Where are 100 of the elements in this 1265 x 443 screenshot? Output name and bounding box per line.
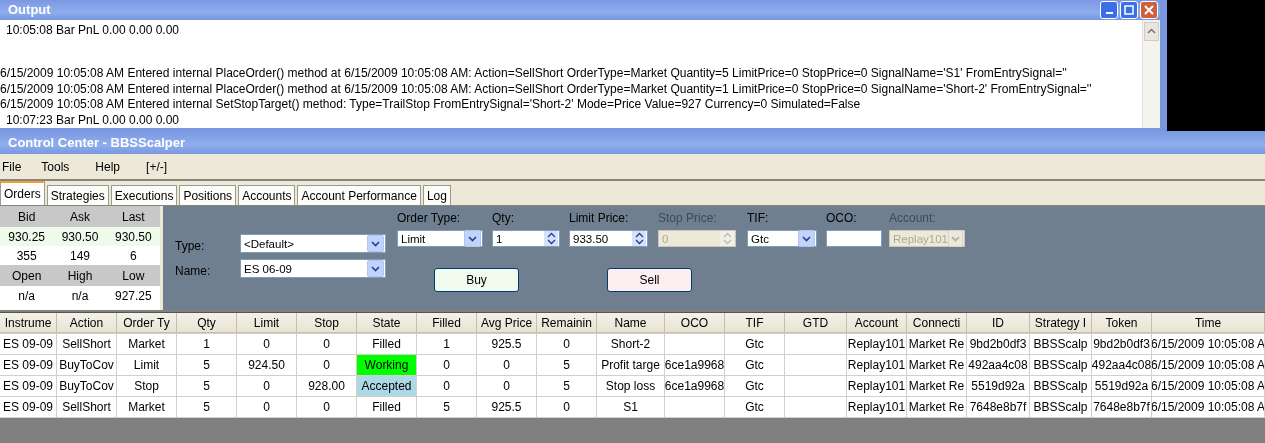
field-label: Account:: [889, 211, 937, 226]
tab[interactable]: Accounts: [238, 185, 296, 205]
table-cell: 0: [477, 355, 537, 375]
table-cell: 6ce1a9968: [665, 355, 725, 375]
table-cell: Stop: [117, 376, 177, 396]
tab[interactable]: Strategies: [46, 185, 109, 205]
column-header[interactable]: Limit: [237, 313, 297, 333]
chevron-up-icon: [1147, 28, 1156, 34]
column-header[interactable]: Token: [1092, 313, 1152, 333]
log-line: 10:07:23 Bar PnL 0.00 0.00 0.00: [5, 112, 181, 128]
tab[interactable]: Orders: [0, 181, 45, 205]
state-cell: Working: [357, 355, 417, 375]
tab[interactable]: Positions: [179, 185, 237, 205]
table-cell: 5: [177, 355, 237, 375]
column-header[interactable]: Name: [597, 313, 665, 333]
maximize-icon: [1124, 4, 1134, 15]
quote-value: 927.25: [113, 288, 153, 303]
quote-header: High: [66, 268, 94, 283]
column-header[interactable]: Account: [847, 313, 907, 333]
input-field[interactable]: [826, 230, 882, 247]
quote-header: Last: [120, 209, 146, 224]
table-cell: 925.5: [477, 397, 537, 417]
spin-field[interactable]: 1: [492, 230, 560, 247]
column-header[interactable]: Stop: [297, 313, 357, 333]
buy-button[interactable]: Buy: [434, 268, 519, 292]
column-header[interactable]: State: [357, 313, 417, 333]
table-cell: BuyToCov: [57, 355, 117, 375]
table-cell: Gtc: [725, 334, 785, 354]
tab[interactable]: Account Performance: [297, 185, 421, 205]
table-cell: 5: [177, 397, 237, 417]
table-cell: SellShort: [57, 397, 117, 417]
column-header[interactable]: Connecti: [907, 313, 967, 333]
table-cell: 0: [417, 376, 477, 396]
column-header[interactable]: Time: [1152, 313, 1265, 333]
minimize-icon: [1105, 11, 1113, 14]
table-cell: ES 09-09: [0, 355, 57, 375]
table-cell: SellShort: [57, 334, 117, 354]
table-cell: 0: [237, 397, 297, 417]
column-header[interactable]: Avg Price: [477, 313, 537, 333]
menu-item[interactable]: File: [0, 159, 34, 174]
log-line: 6/15/2009 10:05:08 AM Entered internal PlaceOrder() method at 6/15/2009 10:05:08 AM: Action=SellShort OrderType=Market Quantity=5 LimitPrice=0 StopPrice=0 SignalName='S1' FromEntrySignal='': [0, 66, 1068, 82]
column-header[interactable]: Order Ty: [117, 313, 177, 333]
spin-field[interactable]: 933.50: [569, 230, 648, 247]
quote-value: 930.25: [7, 229, 46, 244]
table-cell: 924.50: [237, 355, 297, 375]
menu-item[interactable]: Tools: [39, 159, 82, 174]
table-cell: S1: [597, 397, 665, 417]
table-cell: 5519d92a: [967, 376, 1030, 396]
maximize-button[interactable]: [1120, 0, 1138, 19]
log-line: 6/15/2009 10:05:08 AM Entered internal SetStopTarget() method: Type=TrailStop FromEntrySignal='Short-2' Mode=Price Value=927 Currency=0 Simulated=False: [0, 97, 862, 113]
table-cell: Gtc: [725, 355, 785, 375]
column-header[interactable]: Qty: [177, 313, 237, 333]
table-cell: Market Re: [907, 376, 967, 396]
dropdown[interactable]: <Default>: [240, 234, 386, 253]
table-cell: Replay101: [847, 397, 907, 417]
column-header[interactable]: Strategy I: [1030, 313, 1092, 333]
table-cell: ES 09-09: [0, 376, 57, 396]
table-cell: 5: [177, 376, 237, 396]
table-cell: 492aa4c08: [1092, 355, 1152, 375]
column-header[interactable]: TIF: [725, 313, 785, 333]
caret-icon: [798, 230, 815, 247]
tab[interactable]: Executions: [110, 185, 178, 205]
field-label: Order Type:: [397, 211, 462, 226]
table-cell: BuyToCov: [57, 376, 117, 396]
table-cell: Market: [117, 397, 177, 417]
table-cell: Stop loss: [597, 376, 665, 396]
sell-button[interactable]: Sell: [607, 268, 692, 292]
table-cell: BBSScalp: [1030, 376, 1092, 396]
column-header[interactable]: Filled: [417, 313, 477, 333]
table-cell: 492aa4c08: [967, 355, 1030, 375]
tab[interactable]: Log: [422, 185, 451, 205]
menu-item[interactable]: [+/-]: [144, 159, 180, 174]
column-header[interactable]: OCO: [665, 313, 725, 333]
minimize-button[interactable]: [1100, 0, 1118, 19]
table-cell: Replay101: [847, 334, 907, 354]
quote-value: 6: [128, 248, 138, 263]
dropdown[interactable]: ES 06-09: [240, 259, 386, 278]
quote-header: Ask: [69, 209, 91, 224]
menu-item[interactable]: Help: [93, 159, 133, 174]
table-cell: Market Re: [907, 397, 967, 417]
column-header[interactable]: ID: [967, 313, 1030, 333]
log-line: 10:05:08 Bar PnL 0.00 0.00 0.00: [5, 22, 181, 38]
dropdown[interactable]: Limit: [397, 230, 483, 247]
table-cell: 0: [537, 397, 597, 417]
quote-value: n/a: [70, 288, 90, 303]
close-icon: [1144, 4, 1154, 15]
table-cell: 1: [417, 334, 477, 354]
table-cell: 6ce1a9968: [665, 376, 725, 396]
table-cell: BBSScalp: [1030, 355, 1092, 375]
field-label: Name:: [175, 263, 212, 279]
caret-icon: [948, 230, 963, 247]
scrollbar[interactable]: [1142, 19, 1160, 128]
column-header[interactable]: Instrume: [0, 313, 57, 333]
spinner-arrows-icon: [544, 231, 558, 246]
dropdown[interactable]: Gtc: [747, 230, 817, 247]
column-header[interactable]: Action: [57, 313, 117, 333]
column-header[interactable]: Remainin: [537, 313, 597, 333]
close-button[interactable]: [1140, 0, 1158, 19]
column-header[interactable]: GTD: [785, 313, 847, 333]
quote-header: Bid: [17, 209, 37, 224]
